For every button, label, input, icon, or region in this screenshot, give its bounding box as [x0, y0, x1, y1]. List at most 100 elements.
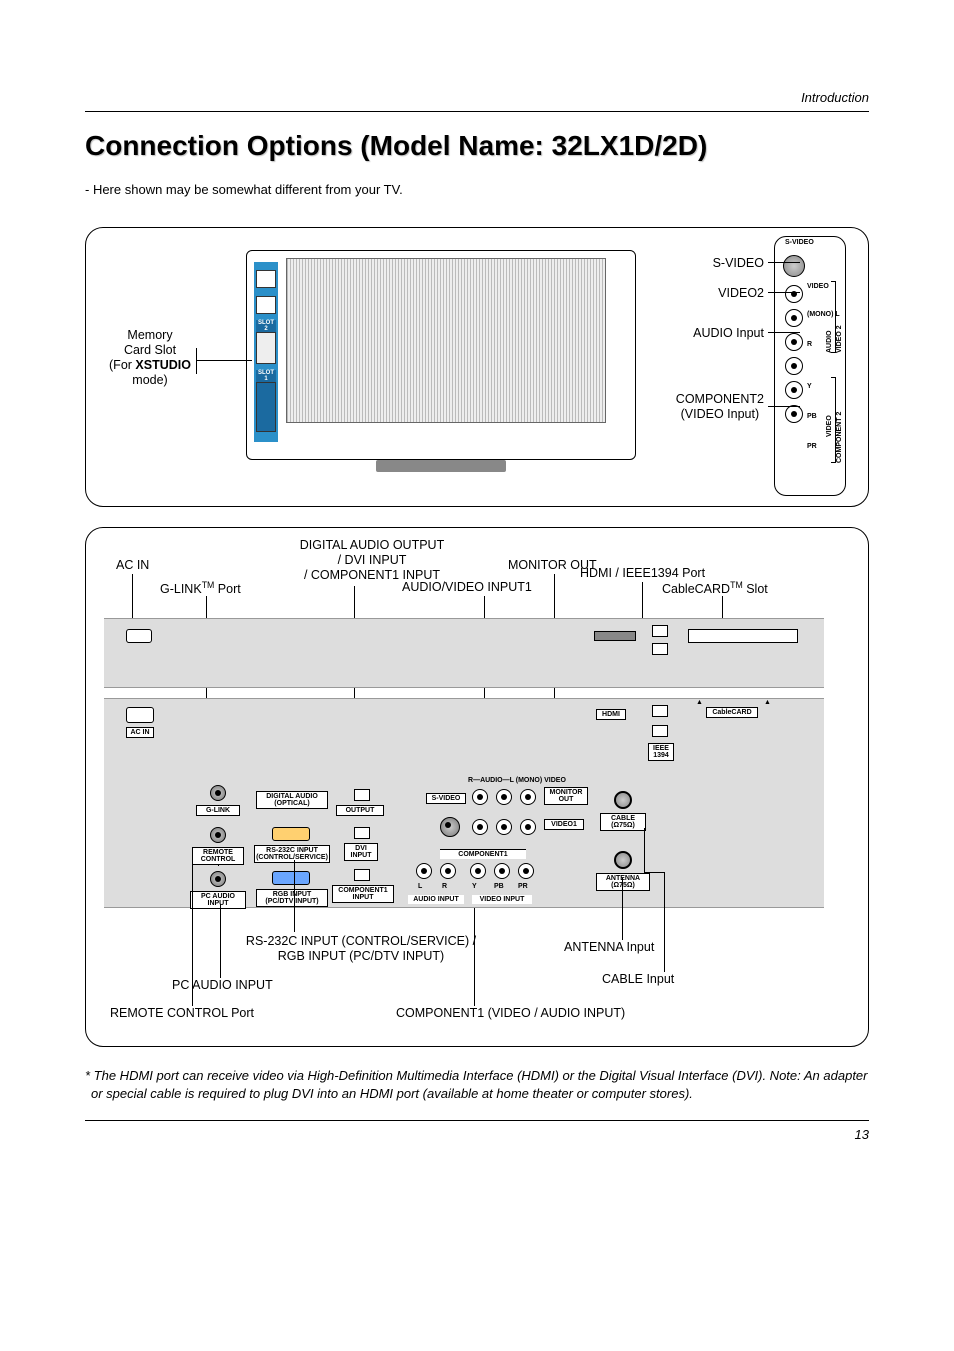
svideo-leader: [768, 262, 800, 263]
opt-out-icon: [354, 789, 370, 801]
mem-l3-pre: (For: [109, 358, 135, 372]
pl-vid-hdr: VIDEO: [544, 777, 566, 784]
pl-output: OUTPUT: [336, 805, 384, 816]
c1-pr-lbl: PR: [518, 883, 528, 890]
rs232c-port-icon: [272, 827, 310, 841]
rule-top: [85, 111, 869, 112]
pl-monout: MONITOROUT: [544, 787, 588, 805]
audio-leader: [768, 332, 800, 333]
svideo-jack-icon: [783, 255, 805, 277]
pl-audio-hdr: R—AUDIO—L (MONO) VIDEO: [468, 777, 566, 784]
glink-port-icon: [210, 785, 226, 801]
c1-pr-icon: [518, 863, 534, 879]
comp2-l2: (VIDEO Input): [681, 407, 760, 421]
c1-y-icon: [470, 863, 486, 879]
small-port-1-icon: [126, 629, 152, 643]
tv-screen: [286, 258, 606, 423]
sv-header: S-VIDEO: [785, 239, 814, 246]
bracket-comp2: [831, 377, 836, 463]
cable-leader-top: [644, 828, 645, 872]
cable-coax-icon: [614, 791, 632, 809]
pl-cablecard: CableCARD: [706, 707, 758, 718]
pl-hdmi: HDMI: [596, 709, 626, 720]
hdmi-upper-slot-icon: [594, 631, 636, 641]
rs232-leader: [294, 860, 295, 932]
cable-leader: [664, 872, 665, 972]
c1-pb-lbl: PB: [494, 883, 504, 890]
sp-video2-vert: VIDEO 2: [836, 281, 843, 353]
c1-ar-icon: [440, 863, 456, 879]
pl-audin: AUDIO INPUT: [408, 895, 464, 904]
pl-aud-r: R: [468, 777, 473, 784]
c1-pb-icon: [494, 863, 510, 879]
pl-ieee: IEEE1394: [648, 743, 674, 761]
video-jack-icon: [785, 285, 803, 303]
pcaudio-bottom-label: PC AUDIO INPUT: [172, 978, 273, 993]
monout-r-icon: [472, 789, 488, 805]
ieee-upper-1-icon: [652, 625, 668, 637]
sp-video: VIDEO: [807, 283, 829, 290]
pl-aud-l: L: [510, 777, 514, 784]
svideo-label: S-VIDEO: [713, 256, 764, 271]
cable-leader-h: [644, 872, 664, 873]
pl-rgb: RGB INPUT(PC/DTV INPUT): [256, 889, 328, 907]
pl-glink: G-LINK: [196, 805, 240, 816]
pl-aud-mono: (MONO): [516, 777, 542, 784]
cablecard-slot-label: CableCARDTM Slot: [662, 580, 768, 597]
comp-pr-jack-icon: [785, 405, 803, 423]
diagram-rear-panel: AC IN DIGITAL AUDIO OUTPUT / DVI INPUT /…: [85, 527, 869, 1047]
sp-comp2-vert: COMPONENT 2: [836, 377, 843, 463]
acin-label: AC IN: [116, 558, 149, 573]
monout-l-icon: [496, 789, 512, 805]
glink-post: Port: [214, 582, 240, 596]
pl-remote: REMOTECONTROL: [192, 847, 244, 865]
pcaudio-port-icon: [210, 871, 226, 887]
cc-arrow-r: ▲: [764, 699, 771, 706]
dvi-in-icon: [354, 827, 370, 839]
v1-r-icon: [472, 819, 488, 835]
side-input-panel: S-VIDEO VIDEO (MONO) L R Y PB PR VIDEO 2…: [774, 236, 846, 496]
comp-pb-jack-icon: [785, 381, 803, 399]
da-l1: DIGITAL AUDIO OUTPUT: [300, 538, 444, 552]
pl-rs232c: RS-232C INPUT(CONTROL/SERVICE): [254, 845, 330, 863]
glink-label: G-LINKTM Port: [160, 580, 241, 597]
v1-l-icon: [496, 819, 512, 835]
cable-bottom-label: CABLE Input: [602, 972, 674, 987]
page-number: 13: [85, 1127, 869, 1142]
c1-al-icon: [416, 863, 432, 879]
rs-l2: RGB INPUT (PC/DTV INPUT): [278, 949, 444, 963]
audio-l-jack-icon: [785, 309, 803, 327]
glink-pre: G-LINK: [160, 582, 202, 596]
remote-port-icon: [210, 827, 226, 843]
audio-input-label: AUDIO Input: [693, 326, 764, 341]
pl-dvi: DVIINPUT: [344, 843, 378, 861]
antenna-bottom-label: ANTENNA Input: [564, 940, 654, 955]
pl-antenna: ANTENNA(Ω75Ω): [596, 873, 650, 891]
mem-l4: mode): [132, 373, 167, 387]
remote-bottom-label: REMOTE CONTROL Port: [110, 1006, 254, 1021]
multi-slot-icon: [256, 382, 276, 432]
pl-pcaudio: PC AUDIOINPUT: [190, 891, 246, 909]
da-l2: / DVI INPUT: [338, 553, 407, 567]
sp-pr: PR: [807, 443, 817, 450]
mem-l2: Card Slot: [124, 343, 176, 357]
c1-y-lbl: Y: [472, 883, 477, 890]
comp2-l1: COMPONENT2: [676, 392, 764, 406]
memory-card-slot-label: Memory Card Slot (For XSTUDIO mode): [102, 328, 198, 388]
comp2-leader: [768, 406, 800, 407]
card-slot-mid-icon: [256, 296, 276, 314]
cc-post: Slot: [743, 582, 768, 596]
sp-y: Y: [807, 383, 812, 390]
bracket-video2: [831, 281, 836, 353]
comp1-in-icon: [354, 869, 370, 881]
sp-r: R: [807, 341, 812, 348]
remote-leader: [192, 864, 193, 1006]
pl-vidin: VIDEO INPUT: [472, 895, 532, 904]
ieee-upper-2-icon: [652, 643, 668, 655]
comp-y-jack-icon: [785, 357, 803, 375]
pl-acin: AC IN: [126, 727, 154, 738]
hdmi-ieee-label: HDMI / IEEE1394 Port: [580, 566, 705, 581]
subtitle-note: - Here shown may be somewhat different f…: [85, 182, 869, 197]
pl-comp1-hdr: COMPONENT1: [440, 849, 526, 859]
cablecard-upper-slot-icon: [688, 629, 798, 643]
